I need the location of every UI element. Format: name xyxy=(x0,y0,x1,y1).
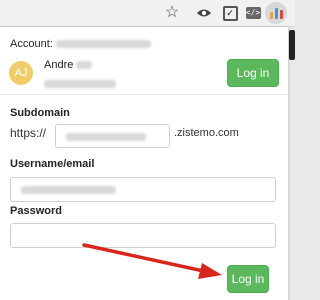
user-email xyxy=(44,75,116,93)
window-edge xyxy=(289,30,295,60)
subdomain-prefix: https:// xyxy=(10,126,47,140)
subdomain-input[interactable] xyxy=(55,124,170,148)
username-input[interactable] xyxy=(10,177,276,202)
user-name: Andre xyxy=(44,59,93,71)
avatar: AJ xyxy=(9,61,33,85)
login-button-top[interactable]: Log in xyxy=(227,59,279,87)
browser-toolbar: ☆ ✓ </> xyxy=(0,0,295,27)
divider xyxy=(0,94,288,95)
subdomain-value xyxy=(66,133,146,141)
checkbox-icon[interactable]: ✓ xyxy=(221,4,239,22)
user-name-text: Andre xyxy=(44,59,74,71)
user-surname xyxy=(76,61,93,70)
annotation-arrow xyxy=(82,243,222,279)
username-value xyxy=(21,186,116,194)
username-label: Username/email xyxy=(10,158,95,170)
account-value xyxy=(55,40,151,49)
login-button-bottom[interactable]: Log in xyxy=(227,265,269,293)
account-row: Account: xyxy=(10,38,151,50)
login-popup: Account: AJ Andre Log in Subdomain https… xyxy=(0,27,288,300)
eye-icon[interactable] xyxy=(195,4,213,22)
password-label: Password xyxy=(10,205,62,217)
code-icon[interactable]: </> xyxy=(244,4,262,22)
extension-icon[interactable] xyxy=(265,2,287,24)
account-label: Account: xyxy=(10,38,53,50)
user-email-value xyxy=(44,79,116,88)
subdomain-suffix: .zistemo.com xyxy=(174,127,239,139)
star-icon[interactable]: ☆ xyxy=(163,4,181,22)
subdomain-label: Subdomain xyxy=(10,107,70,119)
